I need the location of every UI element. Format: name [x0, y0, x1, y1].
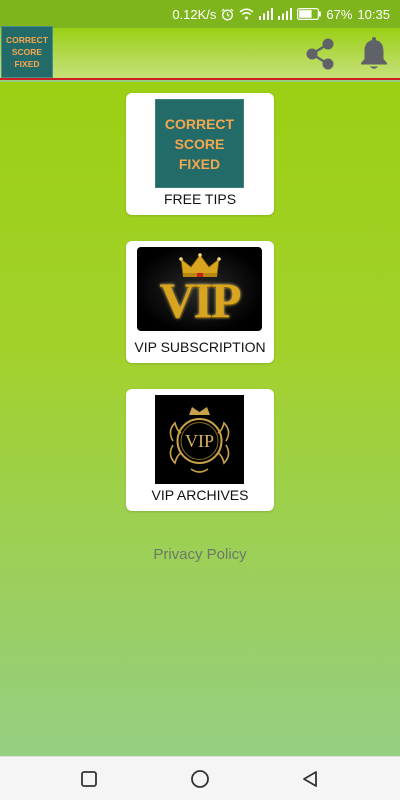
- free-tips-image-line: FIXED: [178, 155, 221, 172]
- free-tips-card[interactable]: CORRECT SCORE FIXED FREE TIPS: [126, 93, 274, 215]
- back-triangle-icon[interactable]: [290, 763, 330, 795]
- status-bar: 0.12K/s 67% 10:35: [0, 0, 400, 28]
- privacy-policy-link[interactable]: Privacy Policy: [0, 546, 400, 563]
- main-content: CORRECT SCORE FIXED FREE TIPS VIP VIP SU…: [0, 82, 400, 756]
- free-tips-image: CORRECT SCORE FIXED: [155, 99, 244, 188]
- battery-icon: [297, 8, 322, 20]
- app-logo[interactable]: CORRECT SCORE FIXED: [1, 26, 53, 78]
- alarm-icon: [221, 8, 234, 21]
- vip-subscription-card[interactable]: VIP VIP SUBSCRIPTION: [126, 241, 274, 363]
- vip-archives-label: VIP ARCHIVES: [151, 487, 249, 503]
- battery-percent: 67%: [326, 6, 353, 22]
- signal-icon: [278, 8, 293, 20]
- system-nav-bar: [0, 756, 400, 800]
- network-speed: 0.12K/s: [172, 6, 217, 22]
- clock: 10:35: [357, 6, 390, 22]
- app-logo-line: FIXED: [14, 59, 40, 69]
- signal-icon: [259, 8, 274, 20]
- home-circle-icon[interactable]: [180, 763, 220, 795]
- app-bar: [0, 28, 400, 80]
- vip-subscription-image: VIP: [137, 247, 262, 331]
- free-tips-image-line: CORRECT: [164, 115, 235, 132]
- vip-subscription-label: VIP SUBSCRIPTION: [134, 339, 266, 355]
- vip-subscription-image-text: VIP: [159, 272, 241, 328]
- vip-archives-card[interactable]: VIP VIP ARCHIVES: [126, 389, 274, 511]
- share-icon[interactable]: [300, 32, 340, 76]
- vip-archives-image: VIP: [155, 395, 244, 484]
- recents-square-icon[interactable]: [69, 763, 109, 795]
- app-logo-line: SCORE: [11, 47, 43, 57]
- bell-icon[interactable]: [354, 32, 394, 76]
- vip-archives-image-text: VIP: [184, 431, 214, 451]
- free-tips-image-line: SCORE: [174, 135, 225, 152]
- free-tips-label: FREE TIPS: [163, 191, 237, 207]
- app-logo-line: CORRECT: [5, 35, 49, 45]
- wifi-icon: [239, 8, 254, 20]
